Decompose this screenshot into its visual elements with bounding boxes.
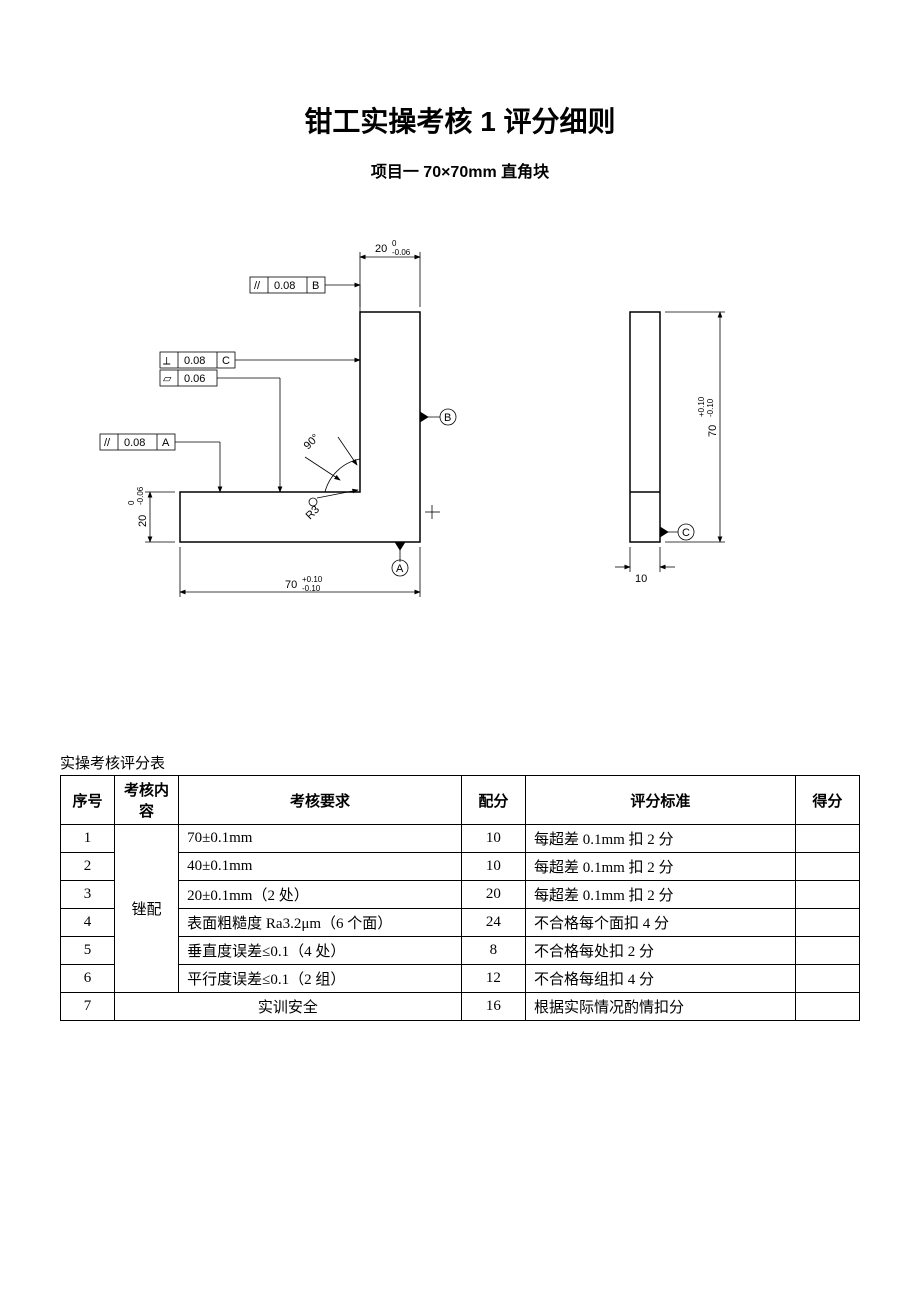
dim-20-top-tol-l: -0.06 bbox=[392, 248, 411, 257]
gdt-par-b-val: 0.08 bbox=[274, 280, 295, 292]
technical-drawing: 20 0 -0.06 20 0 -0.06 70 +0.10 -0.10 70 … bbox=[60, 212, 860, 632]
cell-std: 不合格每个面扣 4 分 bbox=[525, 909, 795, 937]
drawing-svg: 20 0 -0.06 20 0 -0.06 70 +0.10 -0.10 70 … bbox=[60, 212, 860, 632]
gdt-flatness-icon: ▱ bbox=[163, 373, 172, 385]
gdt-flat-val: 0.06 bbox=[184, 373, 205, 385]
cell-req: 40±0.1mm bbox=[179, 853, 462, 881]
gdt-parallel-a-icon: // bbox=[104, 437, 111, 449]
table-row: 2 40±0.1mm 10 每超差 0.1mm 扣 2 分 bbox=[61, 853, 860, 881]
dim-20-left: 20 bbox=[137, 515, 149, 527]
dim-70-bottom-tol-l: -0.10 bbox=[302, 584, 321, 593]
cell-req: 平行度误差≤0.1（2 组） bbox=[179, 965, 462, 993]
gdt-par-a-val: 0.08 bbox=[124, 437, 145, 449]
cell-seq: 7 bbox=[61, 993, 115, 1021]
gdt-par-a-ref: A bbox=[162, 437, 170, 449]
datum-a: A bbox=[396, 563, 404, 575]
cell-got bbox=[795, 825, 859, 853]
th-seq: 序号 bbox=[61, 776, 115, 825]
cell-got bbox=[795, 993, 859, 1021]
cell-content-merged: 锉配 bbox=[114, 825, 178, 993]
cell-seq: 6 bbox=[61, 965, 115, 993]
th-content: 考核内容 bbox=[114, 776, 178, 825]
dim-70-bottom: 70 bbox=[285, 579, 297, 591]
cell-got bbox=[795, 909, 859, 937]
table-caption: 实操考核评分表 bbox=[60, 752, 860, 773]
cell-std: 根据实际情况酌情扣分 bbox=[525, 993, 795, 1021]
table-header-row: 序号 考核内容 考核要求 配分 评分标准 得分 bbox=[61, 776, 860, 825]
cell-std: 每超差 0.1mm 扣 2 分 bbox=[525, 881, 795, 909]
table-row: 5 垂直度误差≤0.1（4 处） 8 不合格每处扣 2 分 bbox=[61, 937, 860, 965]
cell-std: 不合格每组扣 4 分 bbox=[525, 965, 795, 993]
cell-seq: 2 bbox=[61, 853, 115, 881]
cell-score: 16 bbox=[461, 993, 525, 1021]
dim-70-right-tol-l: -0.10 bbox=[706, 398, 715, 417]
datum-b: B bbox=[444, 412, 451, 424]
gdt-perp-c-ref: C bbox=[222, 355, 230, 367]
cell-score: 10 bbox=[461, 825, 525, 853]
gdt-par-b-ref: B bbox=[312, 280, 319, 292]
cell-req: 70±0.1mm bbox=[179, 825, 462, 853]
cell-req: 垂直度误差≤0.1（4 处） bbox=[179, 937, 462, 965]
table-row: 6 平行度误差≤0.1（2 组） 12 不合格每组扣 4 分 bbox=[61, 965, 860, 993]
table-row: 3 20±0.1mm（2 处） 20 每超差 0.1mm 扣 2 分 bbox=[61, 881, 860, 909]
cell-req-merged: 实训安全 bbox=[114, 993, 461, 1021]
th-score: 配分 bbox=[461, 776, 525, 825]
cell-req: 表面粗糙度 Ra3.2μm（6 个面） bbox=[179, 909, 462, 937]
table-row: 4 表面粗糙度 Ra3.2μm（6 个面） 24 不合格每个面扣 4 分 bbox=[61, 909, 860, 937]
cell-score: 24 bbox=[461, 909, 525, 937]
cell-std: 不合格每处扣 2 分 bbox=[525, 937, 795, 965]
th-got: 得分 bbox=[795, 776, 859, 825]
cell-std: 每超差 0.1mm 扣 2 分 bbox=[525, 853, 795, 881]
th-std: 评分标准 bbox=[525, 776, 795, 825]
cell-score: 10 bbox=[461, 853, 525, 881]
dim-20-left-tol-u: 0 bbox=[127, 500, 136, 505]
dim-20-top: 20 bbox=[375, 243, 387, 255]
radius-r3: R3 bbox=[304, 504, 322, 522]
gdt-perpendicular-icon: ⟂ bbox=[163, 355, 171, 367]
datum-c: C bbox=[682, 527, 690, 539]
cell-std: 每超差 0.1mm 扣 2 分 bbox=[525, 825, 795, 853]
cell-seq: 5 bbox=[61, 937, 115, 965]
gdt-perp-c-val: 0.08 bbox=[184, 355, 205, 367]
cell-got bbox=[795, 965, 859, 993]
cell-got bbox=[795, 853, 859, 881]
cell-score: 20 bbox=[461, 881, 525, 909]
cell-req: 20±0.1mm（2 处） bbox=[179, 881, 462, 909]
cell-seq: 3 bbox=[61, 881, 115, 909]
gdt-parallel-icon: // bbox=[254, 280, 261, 292]
angle-90: 90° bbox=[302, 432, 322, 452]
page-title: 钳工实操考核 1 评分细则 bbox=[60, 100, 860, 140]
table-row: 7 实训安全 16 根据实际情况酌情扣分 bbox=[61, 993, 860, 1021]
cell-score: 12 bbox=[461, 965, 525, 993]
cell-seq: 1 bbox=[61, 825, 115, 853]
cell-score: 8 bbox=[461, 937, 525, 965]
table-row: 1 锉配 70±0.1mm 10 每超差 0.1mm 扣 2 分 bbox=[61, 825, 860, 853]
dim-10: 10 bbox=[635, 573, 647, 585]
dim-20-top-tol-u: 0 bbox=[392, 239, 397, 248]
cell-got bbox=[795, 881, 859, 909]
dim-20-left-tol-l: -0.06 bbox=[136, 486, 145, 505]
cell-got bbox=[795, 937, 859, 965]
page-subtitle: 项目一 70×70mm 直角块 bbox=[60, 158, 860, 182]
th-req: 考核要求 bbox=[179, 776, 462, 825]
dim-70-bottom-tol-u: +0.10 bbox=[302, 575, 323, 584]
cell-seq: 4 bbox=[61, 909, 115, 937]
dim-70-right: 70 bbox=[707, 425, 719, 437]
scoring-table: 序号 考核内容 考核要求 配分 评分标准 得分 1 锉配 70±0.1mm 10… bbox=[60, 775, 860, 1021]
dim-70-right-tol-u: +0.10 bbox=[697, 396, 706, 417]
